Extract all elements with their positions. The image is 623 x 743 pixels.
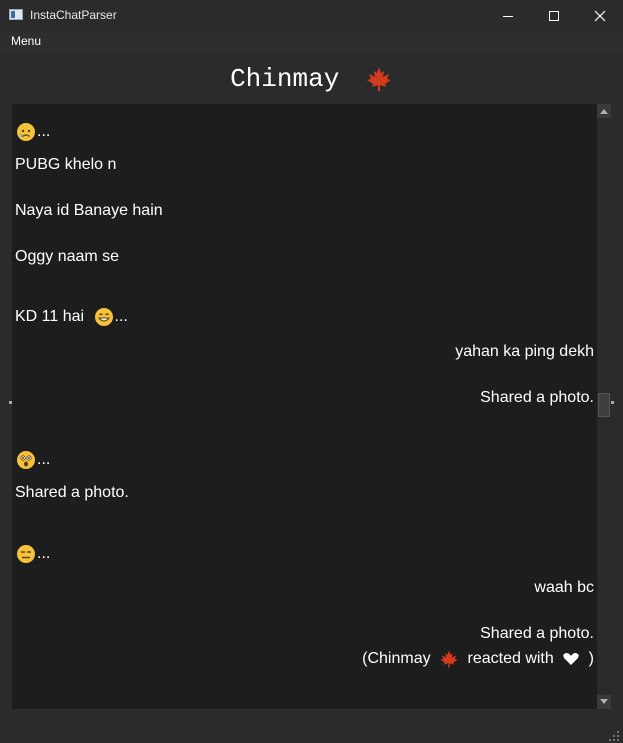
crying-face-icon <box>17 123 35 141</box>
message-text: yahan ka ping dekh <box>455 343 594 360</box>
minimize-button[interactable] <box>485 0 531 31</box>
title-bar: InstaChatParser <box>0 0 623 31</box>
vertical-scrollbar[interactable] <box>597 104 611 709</box>
menu-button[interactable]: Menu <box>11 34 41 48</box>
message-text: PUBG khelo n <box>15 156 117 173</box>
maximize-button[interactable] <box>531 0 577 31</box>
chat-view[interactable]: ... PUBG khelo n Naya id Banaye hain Ogg… <box>12 104 597 709</box>
astonished-face-icon <box>17 451 35 469</box>
app-icon <box>9 9 23 20</box>
message-emoji-astonished: ... <box>15 449 50 471</box>
scroll-up-button[interactable] <box>597 104 611 118</box>
scroll-down-button[interactable] <box>597 695 611 709</box>
maximize-icon <box>549 10 559 21</box>
resize-mark <box>611 401 614 404</box>
message-emoji-crying: ... <box>15 121 50 143</box>
ellipsis: ... <box>37 123 51 141</box>
arrow-down-icon <box>600 699 608 704</box>
heart-icon <box>563 652 579 665</box>
reaction-middle-text: reacted with <box>467 650 554 668</box>
reaction-close-text: ) <box>588 650 594 668</box>
message-kd: KD 11 hai ... <box>15 306 128 328</box>
window-title: InstaChatParser <box>30 8 117 22</box>
message-text: waah bc <box>534 579 594 596</box>
maple-leaf-icon <box>440 650 458 668</box>
close-icon <box>594 10 606 21</box>
chat-title-text: Chinmay <box>230 64 340 94</box>
message-shared-photo: Shared a photo. <box>480 625 594 642</box>
chat-title: Chinmay <box>0 64 623 94</box>
arrow-up-icon <box>600 109 608 114</box>
ellipsis: ... <box>37 545 51 563</box>
message-text: Naya id Banaye hain <box>15 202 163 219</box>
message-emoji-expressionless: ... <box>15 543 50 565</box>
reaction-open-text: (Chinmay <box>362 650 431 668</box>
scrollbar-thumb[interactable] <box>598 393 610 417</box>
message-text: Oggy naam se <box>15 248 120 265</box>
resize-mark <box>9 401 12 404</box>
menu-bar: Menu <box>0 31 623 52</box>
minimize-icon <box>503 15 513 17</box>
reaction-line: (Chinmay reacted with ) <box>362 649 594 669</box>
resize-grip-icon[interactable] <box>608 730 620 742</box>
expressionless-face-icon <box>17 545 35 563</box>
message-text: KD 11 hai <box>15 308 85 326</box>
ellipsis: ... <box>37 451 51 469</box>
close-button[interactable] <box>577 0 623 31</box>
grinning-face-icon <box>94 308 113 326</box>
maple-leaf-icon <box>366 67 391 92</box>
message-shared-photo: Shared a photo. <box>480 389 594 406</box>
ellipsis: ... <box>114 308 128 326</box>
message-shared-photo: Shared a photo. <box>15 484 129 501</box>
